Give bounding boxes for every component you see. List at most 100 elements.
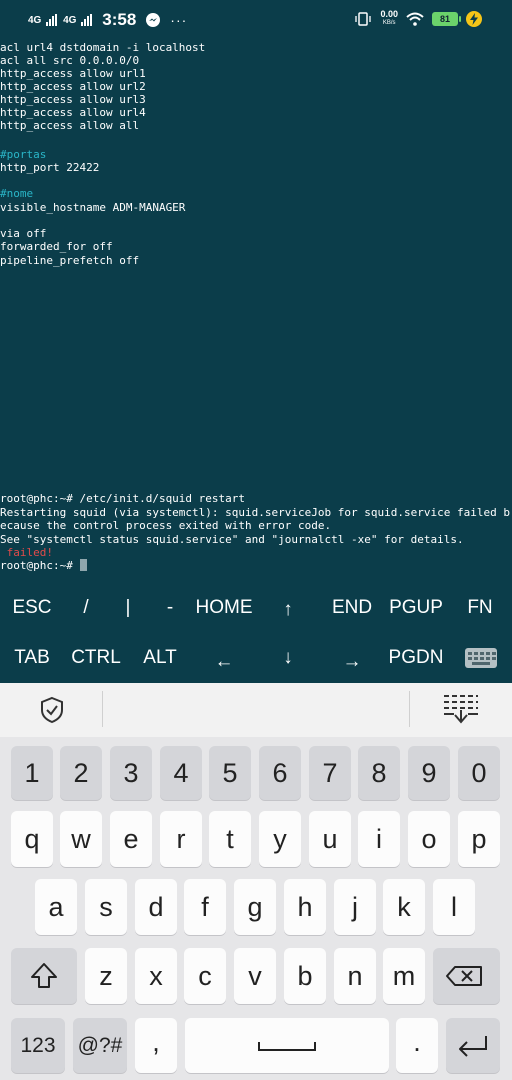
- backspace-icon: [446, 966, 482, 986]
- terminal-line: pipeline_prefetch off: [0, 254, 140, 267]
- end-key[interactable]: END: [326, 583, 378, 633]
- wifi-icon: [406, 12, 424, 26]
- prompt-text: root@phc:~#: [0, 559, 80, 572]
- key-5[interactable]: 5: [209, 746, 251, 800]
- backspace-key[interactable]: [433, 948, 500, 1004]
- alt-key[interactable]: ALT: [130, 633, 190, 683]
- shift-key[interactable]: [11, 948, 77, 1004]
- terminal-line: http_access allow url3: [0, 93, 146, 106]
- pipe-key[interactable]: |: [108, 583, 148, 633]
- comma-key[interactable]: ,: [135, 1018, 177, 1073]
- terminal-line: forwarded_for off: [0, 240, 113, 253]
- signal-icon-2: 4G: [63, 14, 93, 26]
- terminal-line: acl url4 dstdomain -i localhost: [0, 41, 206, 54]
- terminal-line: visible_hostname ADM-MANAGER: [0, 201, 186, 214]
- terminal-line: root@phc:~# /etc/init.d/squid restart: [0, 492, 246, 505]
- pgup-key[interactable]: PGUP: [384, 583, 448, 633]
- key-g[interactable]: g: [234, 879, 276, 935]
- clock: 3:58: [102, 10, 137, 29]
- shield-check-icon[interactable]: [37, 695, 67, 725]
- key-l[interactable]: l: [433, 879, 475, 935]
- terminal-line: via off: [0, 227, 47, 240]
- vibrate-icon: [355, 12, 372, 26]
- key-6[interactable]: 6: [259, 746, 301, 800]
- numbers-switch-key[interactable]: 123: [11, 1018, 65, 1073]
- key-a[interactable]: a: [35, 879, 77, 935]
- arrow-left-key[interactable]: ←: [202, 637, 246, 687]
- key-x[interactable]: x: [135, 948, 177, 1004]
- key-i[interactable]: i: [358, 811, 400, 867]
- terminal-prompt[interactable]: root@phc:~#: [0, 559, 88, 572]
- shift-arrow-icon: [31, 963, 57, 988]
- suggestion-bar: [0, 683, 512, 737]
- terminal-line: http_access allow url1: [0, 67, 146, 80]
- terminal-line: http_access allow all: [0, 119, 140, 132]
- messenger-icon: [146, 13, 161, 27]
- terminal-line: ecause the control process exited with e…: [0, 519, 332, 532]
- arrow-down-key[interactable]: ↓: [266, 633, 310, 683]
- key-w[interactable]: w: [60, 811, 102, 867]
- ctrl-key[interactable]: CTRL: [64, 633, 128, 683]
- key-q[interactable]: q: [11, 811, 53, 867]
- dash-key[interactable]: -: [150, 583, 190, 633]
- key-n[interactable]: n: [334, 948, 376, 1004]
- arrow-right-key[interactable]: →: [330, 637, 374, 687]
- home-key[interactable]: HOME: [190, 583, 258, 633]
- key-z[interactable]: z: [85, 948, 127, 1004]
- terminal-line: http_access allow url2: [0, 80, 146, 93]
- battery-icon: 81: [432, 12, 461, 26]
- key-3[interactable]: 3: [110, 746, 152, 800]
- key-7[interactable]: 7: [309, 746, 351, 800]
- space-bar-icon: [258, 1042, 316, 1051]
- tab-key[interactable]: TAB: [0, 633, 64, 683]
- terminal-cursor: [80, 559, 88, 571]
- key-9[interactable]: 9: [408, 746, 450, 800]
- key-o[interactable]: o: [408, 811, 450, 867]
- key-m[interactable]: m: [383, 948, 425, 1004]
- key-k[interactable]: k: [383, 879, 425, 935]
- symbols-switch-key[interactable]: @?#: [73, 1018, 127, 1073]
- key-r[interactable]: r: [160, 811, 202, 867]
- terminal-line: See "systemctl status squid.service" and…: [0, 533, 464, 546]
- network-type-1: 4G: [28, 15, 42, 26]
- keyboard-toggle-icon[interactable]: [465, 648, 497, 668]
- enter-key[interactable]: [446, 1018, 500, 1073]
- key-b[interactable]: b: [284, 948, 326, 1004]
- key-8[interactable]: 8: [358, 746, 400, 800]
- signal-icon-1: 4G: [28, 14, 58, 26]
- terminal-comment: #portas: [0, 148, 47, 161]
- key-t[interactable]: t: [209, 811, 251, 867]
- key-v[interactable]: v: [234, 948, 276, 1004]
- key-1[interactable]: 1: [11, 746, 53, 800]
- extra-keys-bar: ESC / | - HOME ↑ END PGUP FN TAB CTRL AL…: [0, 583, 512, 683]
- key-f[interactable]: f: [184, 879, 226, 935]
- period-key[interactable]: .: [396, 1018, 438, 1073]
- key-y[interactable]: y: [259, 811, 301, 867]
- terminal-output[interactable]: acl url4 dstdomain -i localhost acl all …: [0, 40, 512, 582]
- pgdn-key[interactable]: PGDN: [384, 633, 448, 683]
- key-0[interactable]: 0: [458, 746, 500, 800]
- arrow-up-key[interactable]: ↑: [266, 585, 310, 635]
- suggestion-divider: [409, 691, 410, 727]
- key-p[interactable]: p: [458, 811, 500, 867]
- terminal-line: http_port 22422: [0, 161, 100, 174]
- terminal-line: http_access allow url4: [0, 106, 146, 119]
- keyboard-hide-icon[interactable]: [442, 693, 480, 727]
- key-u[interactable]: u: [309, 811, 351, 867]
- key-h[interactable]: h: [284, 879, 326, 935]
- slash-key[interactable]: /: [64, 583, 108, 633]
- space-key[interactable]: [185, 1018, 389, 1073]
- terminal-error: failed!: [0, 546, 53, 559]
- key-j[interactable]: j: [334, 879, 376, 935]
- key-c[interactable]: c: [184, 948, 226, 1004]
- key-d[interactable]: d: [135, 879, 177, 935]
- key-s[interactable]: s: [85, 879, 127, 935]
- terminal-comment: #nome: [0, 187, 34, 200]
- key-2[interactable]: 2: [60, 746, 102, 800]
- key-e[interactable]: e: [110, 811, 152, 867]
- key-4[interactable]: 4: [160, 746, 202, 800]
- terminal-line: Restarting squid (via systemctl): squid.…: [0, 506, 510, 519]
- terminal-line: acl all src 0.0.0.0/0: [0, 54, 140, 67]
- fn-key[interactable]: FN: [456, 583, 504, 633]
- esc-key[interactable]: ESC: [0, 583, 64, 633]
